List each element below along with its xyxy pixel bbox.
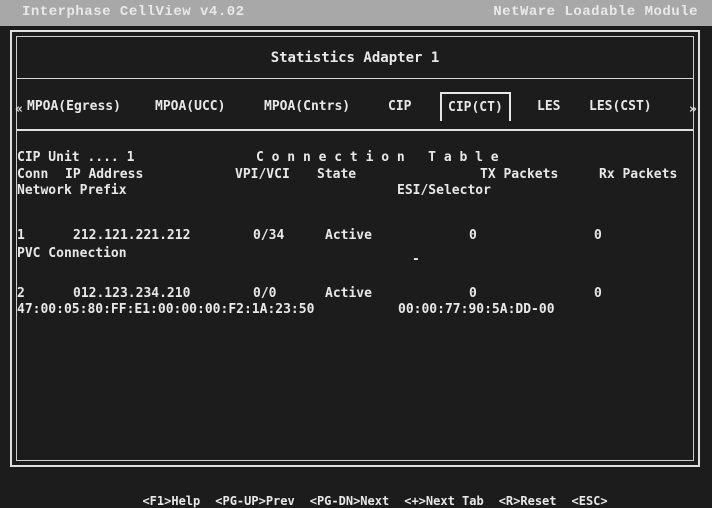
row-2-esi-selector: 00:00:77:90:5A:DD-00 [398, 302, 555, 317]
tab-divider [17, 129, 693, 131]
escape-key[interactable]: <ESC> [572, 494, 608, 508]
tab-mpoa-cntrs[interactable]: MPOA(Cntrs) [264, 99, 350, 114]
left-arrow-icon[interactable]: « [15, 102, 23, 117]
reset-key[interactable]: <R>Reset [499, 494, 557, 508]
tab-les-cst[interactable]: LES(CST) [589, 99, 652, 114]
help-key[interactable]: <F1>Help [142, 494, 200, 508]
header-esi-selector: ESI/Selector [397, 183, 491, 198]
tab-cip[interactable]: CIP [388, 99, 411, 114]
row-1-rx: 0 [594, 228, 602, 243]
module-type-label: NetWare Loadable Module [493, 4, 698, 20]
header-network-prefix: Network Prefix [17, 183, 127, 198]
title-divider [17, 78, 693, 79]
header-tx-packets: TX Packets [480, 167, 559, 182]
row-1-esi-selector: - [412, 252, 420, 267]
tab-cip-ct[interactable]: CIP(CT) [440, 92, 511, 121]
tab-mpoa-egress[interactable]: MPOA(Egress) [27, 99, 121, 114]
row-1-ip: 212.121.221.212 [73, 228, 191, 243]
next-key[interactable]: <PG-DN>Next [310, 494, 389, 508]
header-state: State [317, 167, 357, 182]
tab-mpoa-ucc[interactable]: MPOA(UCC) [155, 99, 225, 114]
cip-unit-label: CIP Unit .... 1 [17, 150, 135, 165]
row-1-conn: 1 [17, 228, 25, 243]
connection-table: CIP Unit .... 1 C o n n e c t i o n T a … [17, 133, 693, 460]
panel-title: Statistics Adapter 1 [270, 50, 440, 66]
row-1-tx: 0 [469, 228, 477, 243]
statistics-panel: Statistics Adapter 1 « MPOA(Egress) MPOA… [10, 30, 700, 467]
header-vpi-vci: VPI/VCI [235, 167, 290, 182]
row-2-rx: 0 [594, 286, 602, 301]
app-title: Interphase CellView v4.02 [22, 4, 245, 20]
row-2-state: Active [325, 286, 372, 301]
row-1-vpivci: 0/34 [253, 228, 285, 243]
statistics-panel-inner: Statistics Adapter 1 « MPOA(Egress) MPOA… [15, 36, 697, 461]
row-1-state: Active [325, 228, 372, 243]
table-title: C o n n e c t i o n T a b l e [256, 150, 499, 165]
right-arrow-icon[interactable]: » [689, 102, 697, 117]
tab-strip: « MPOA(Egress) MPOA(UCC) MPOA(Cntrs) CIP… [15, 92, 697, 121]
next-tab-key[interactable]: <+>Next Tab [404, 494, 483, 508]
header-rx-packets: Rx Packets [599, 167, 678, 182]
function-key-bar: <F1>Help <PG-UP>Prev <PG-DN>Next <+>Next Ta… [128, 480, 608, 508]
tab-les[interactable]: LES [537, 99, 560, 114]
row-2-network-prefix: 47:00:05:80:FF:E1:00:00:00:F2:1A:23:50 [17, 302, 315, 317]
title-bar: Interphase CellView v4.02 NetWare Loadab… [0, 0, 712, 26]
row-1-network-prefix: PVC Connection [17, 246, 127, 261]
prev-key[interactable]: <PG-UP>Prev [215, 494, 294, 508]
